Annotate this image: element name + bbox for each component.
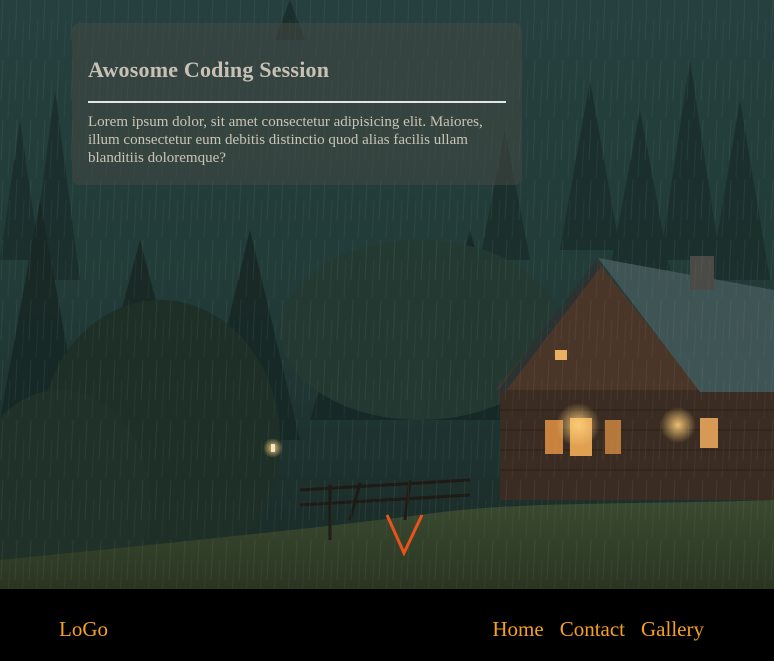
nav-link-contact[interactable]: Contact xyxy=(560,618,625,640)
info-card: Awosome Coding Session Lorem ipsum dolor… xyxy=(72,23,522,185)
navbar: LoGo Home Contact Gallery xyxy=(0,589,774,661)
card-description: Lorem ipsum dolor, sit amet consectetur … xyxy=(88,114,483,166)
card-divider xyxy=(88,101,506,103)
nav-link-gallery[interactable]: Gallery xyxy=(641,618,704,640)
nav-links: Home Contact Gallery xyxy=(492,618,704,640)
hero-background: Awosome Coding Session Lorem ipsum dolor… xyxy=(0,0,774,589)
logo[interactable]: LoGo xyxy=(59,618,108,640)
card-title: Awosome Coding Session xyxy=(88,57,330,82)
chevron-down-icon[interactable] xyxy=(384,511,426,557)
nav-link-home[interactable]: Home xyxy=(492,618,543,640)
